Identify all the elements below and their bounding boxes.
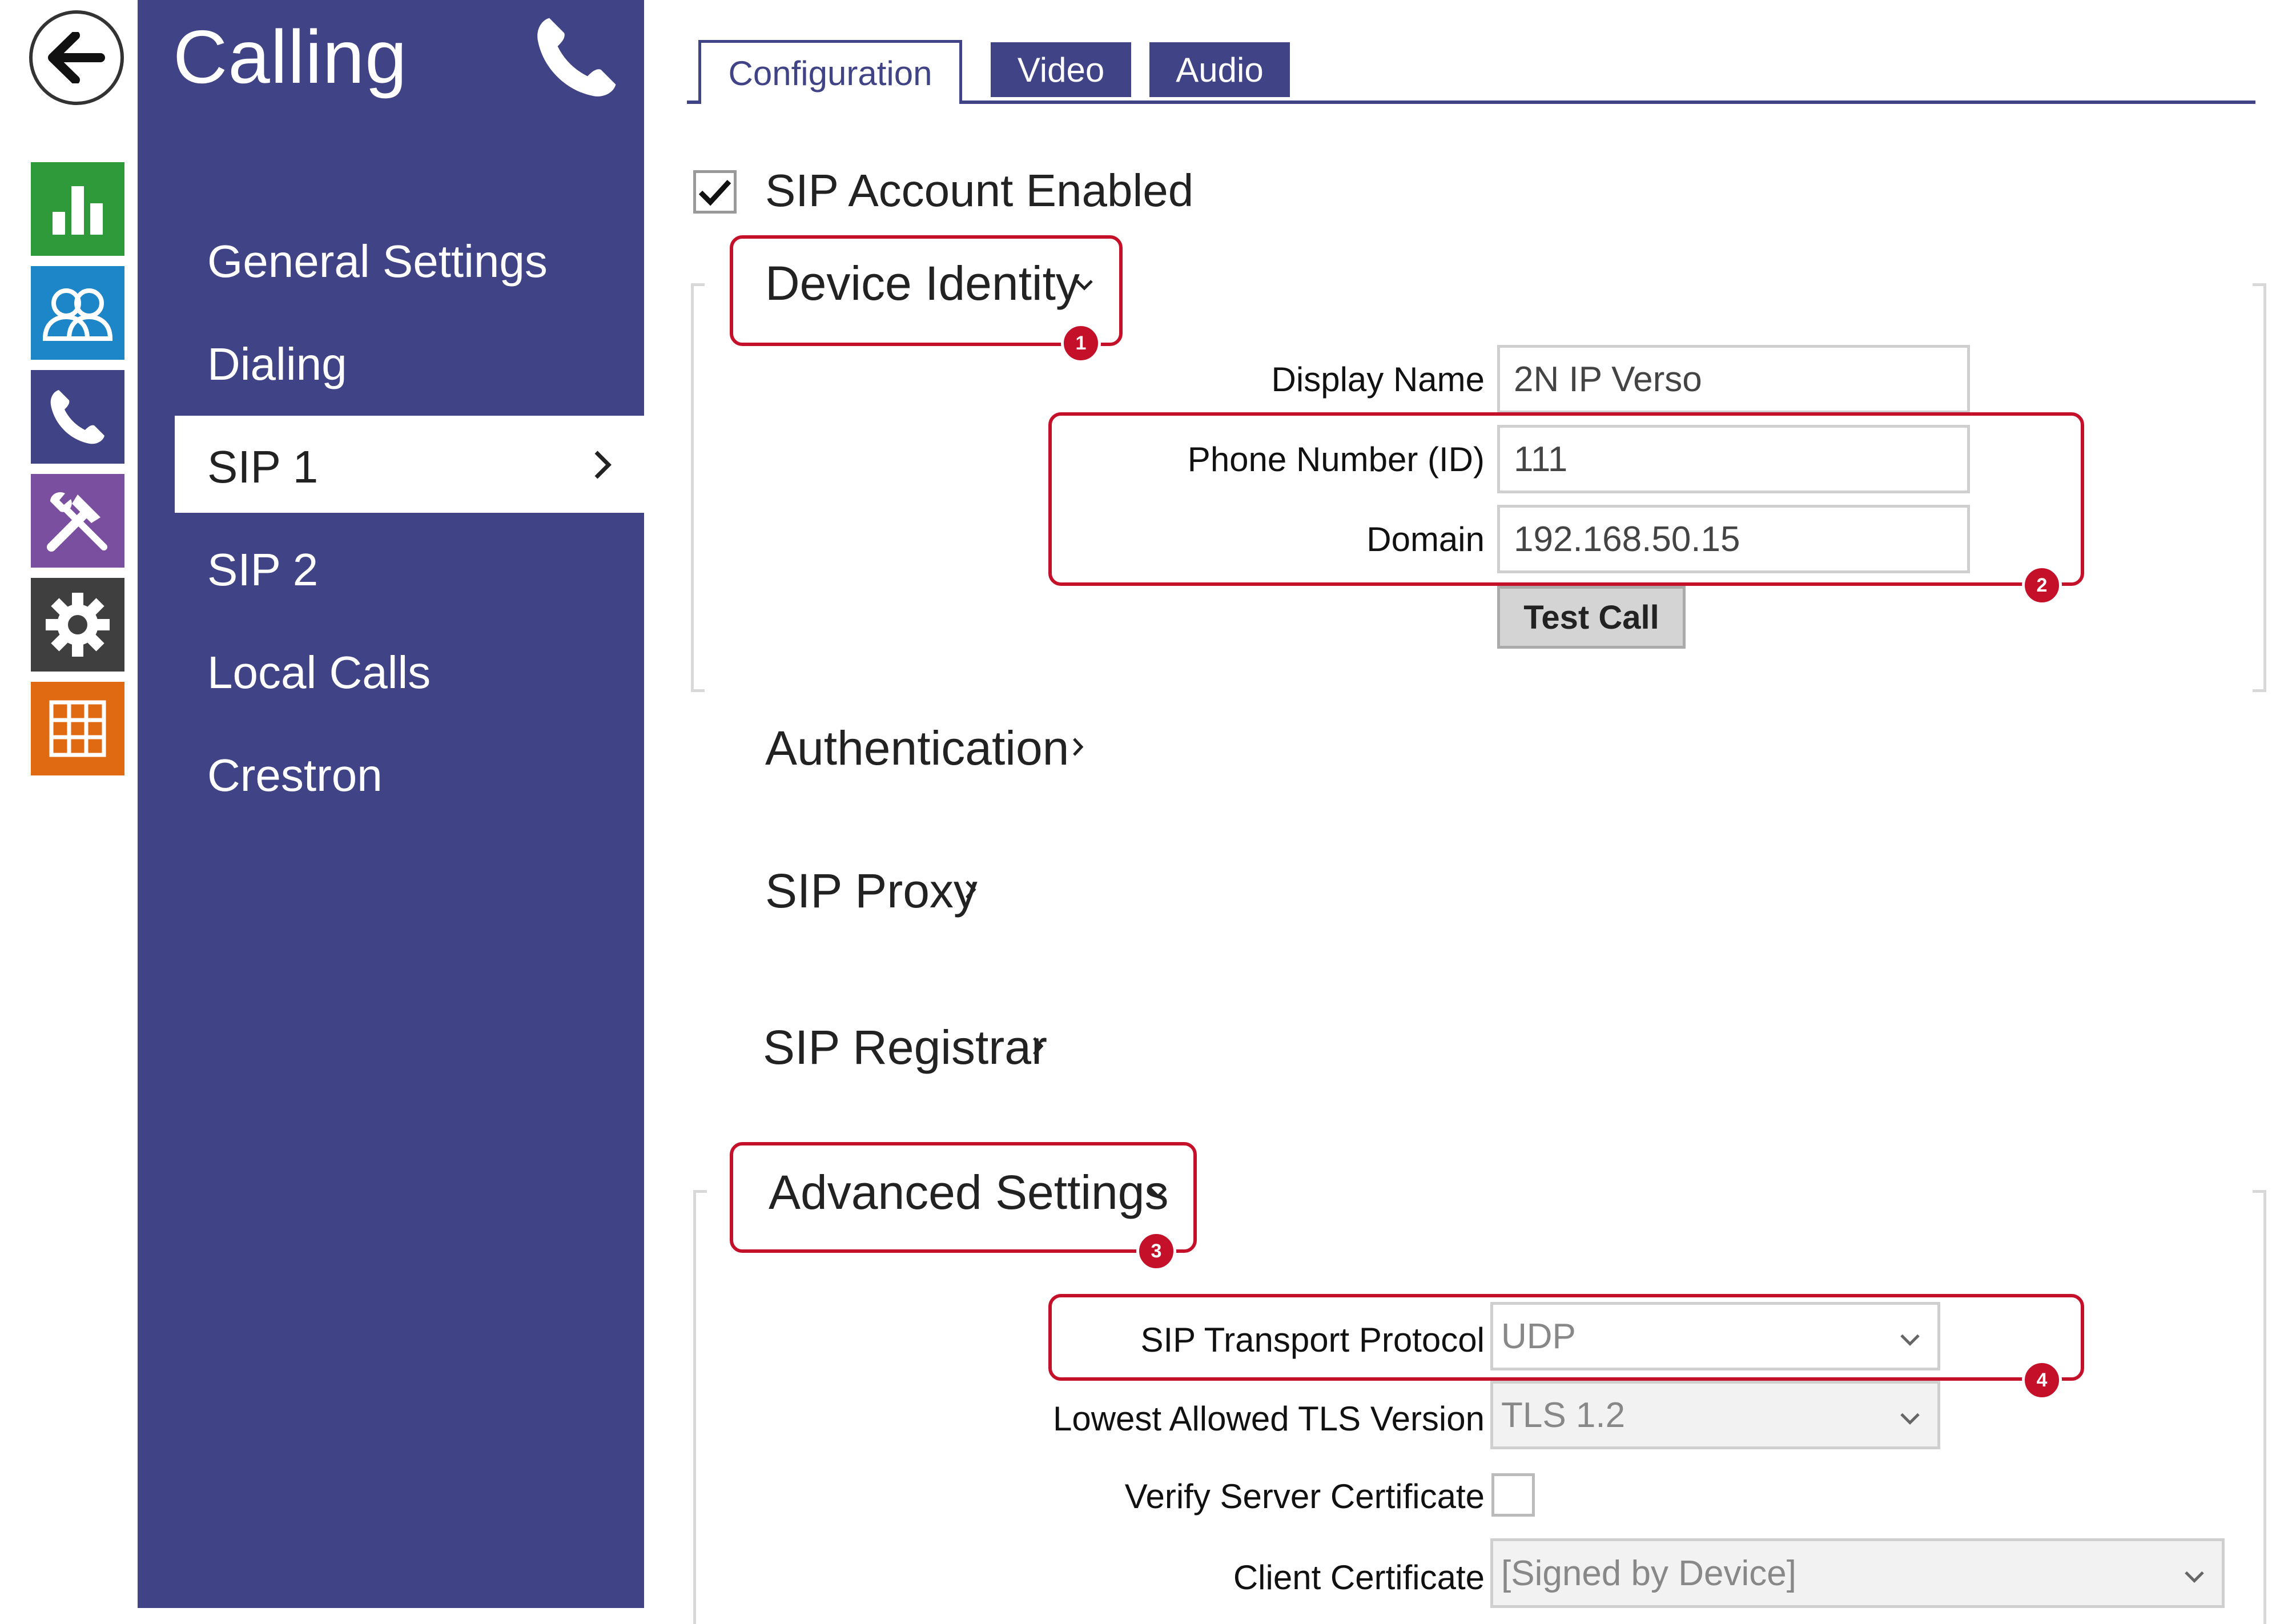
group-bracket-left <box>691 283 705 692</box>
nav-item-local-calls[interactable]: Local Calls <box>207 646 431 699</box>
callout-box-3 <box>730 1142 1197 1253</box>
rail-hardware[interactable] <box>31 474 124 568</box>
grid-icon <box>49 700 106 757</box>
rail-status[interactable] <box>31 162 124 256</box>
nav-item-sip-2[interactable]: SIP 2 <box>207 544 318 596</box>
sip-account-enabled-label: SIP Account Enabled <box>765 165 1194 216</box>
callout-badge-4: 4 <box>2022 1360 2062 1400</box>
tab-audio[interactable]: Audio <box>1149 42 1290 97</box>
rail-calling[interactable] <box>31 370 124 464</box>
chevron-right-icon <box>1071 735 1085 761</box>
client-cert-value: [Signed by Device] <box>1501 1553 1796 1593</box>
back-button[interactable] <box>29 10 124 105</box>
gear-icon <box>46 593 110 657</box>
chevron-right-icon <box>964 878 978 904</box>
verify-cert-checkbox[interactable] <box>1491 1473 1535 1517</box>
rail-system[interactable] <box>31 682 124 775</box>
tab-video[interactable]: Video <box>991 42 1131 97</box>
nav-item-crestron[interactable]: Crestron <box>207 749 383 802</box>
tls-version-label: Lowest Allowed TLS Version <box>1052 1400 1485 1438</box>
sip-proxy-heading[interactable]: SIP Proxy <box>765 863 978 919</box>
tls-version-value: TLS 1.2 <box>1501 1395 1626 1435</box>
client-cert-select[interactable]: [Signed by Device] <box>1490 1538 2225 1608</box>
callout-box-2 <box>1048 412 2084 586</box>
sip-registrar-heading[interactable]: SIP Registrar <box>763 1020 1047 1075</box>
sip-account-enabled-checkbox[interactable] <box>693 170 737 214</box>
tab-configuration[interactable]: Configuration <box>698 40 962 104</box>
callout-badge-2: 2 <box>2022 565 2062 605</box>
test-call-button[interactable]: Test Call <box>1497 586 1686 649</box>
nav-item-sip-1[interactable]: SIP 1 <box>207 441 318 493</box>
callout-badge-3: 3 <box>1136 1231 1176 1271</box>
tls-version-select[interactable]: TLS 1.2 <box>1490 1381 1940 1449</box>
verify-cert-label: Verify Server Certificate <box>1124 1477 1485 1516</box>
display-name-input[interactable]: 2N IP Verso <box>1497 345 1970 413</box>
client-cert-label: Client Certificate <box>1233 1558 1485 1597</box>
chevron-right-icon <box>1031 1035 1045 1060</box>
phone-icon <box>50 390 104 444</box>
rail-services[interactable] <box>31 578 124 672</box>
chevron-down-icon <box>1899 1395 1921 1436</box>
nav-item-general-settings[interactable]: General Settings <box>207 235 548 288</box>
authentication-heading[interactable]: Authentication <box>765 721 1069 776</box>
users-icon <box>42 288 113 341</box>
rail-directory[interactable] <box>31 266 124 360</box>
tools-icon <box>47 492 107 552</box>
group-bracket-right <box>2253 1190 2266 1624</box>
group-bracket-right <box>2253 283 2266 692</box>
chevron-down-icon <box>2183 1553 2206 1594</box>
callout-box-4 <box>1048 1294 2084 1381</box>
checkmark-icon <box>698 179 731 206</box>
phone-icon <box>531 11 622 106</box>
bar-chart-icon <box>53 186 103 235</box>
nav-item-dialing[interactable]: Dialing <box>207 338 347 391</box>
callout-box-1 <box>730 235 1123 346</box>
callout-badge-1: 1 <box>1061 323 1101 363</box>
nav-title: Calling <box>173 15 408 99</box>
display-name-label: Display Name <box>1271 360 1485 399</box>
arrow-left-icon <box>48 32 105 83</box>
chevron-right-icon <box>592 449 614 484</box>
